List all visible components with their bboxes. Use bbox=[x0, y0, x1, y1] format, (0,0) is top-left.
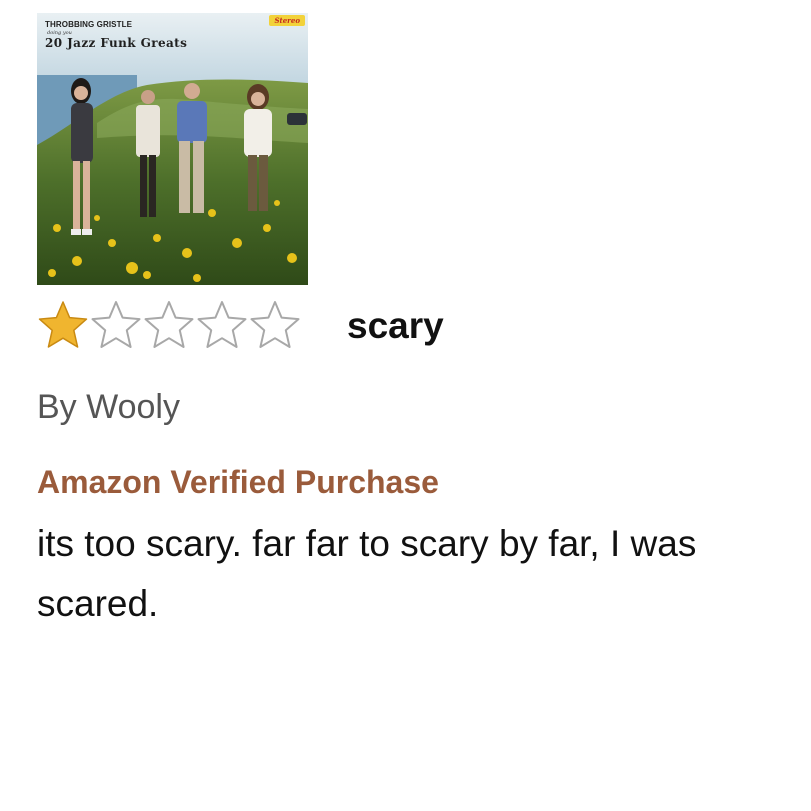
stereo-badge: Stereo bbox=[269, 15, 305, 26]
album-cover[interactable]: THROBBING GRISTLE doing you 20 Jazz Funk… bbox=[37, 13, 308, 285]
star-empty-icon bbox=[250, 301, 300, 348]
album-artist: THROBBING GRISTLE bbox=[45, 20, 133, 29]
review-title[interactable]: scary bbox=[347, 300, 444, 352]
review-body: its too scary. far far to scary by far, … bbox=[37, 523, 697, 624]
verified-purchase-badge: Amazon Verified Purchase bbox=[37, 464, 439, 500]
star-empty-icon bbox=[91, 301, 141, 348]
reviewer-name[interactable]: By Wooly bbox=[37, 385, 180, 429]
star-filled-icon bbox=[38, 301, 88, 348]
star-empty-icon bbox=[144, 301, 194, 348]
star-rating bbox=[37, 296, 302, 354]
review-card: THROBBING GRISTLE doing you 20 Jazz Funk… bbox=[0, 0, 811, 811]
album-title: 20 Jazz Funk Greats bbox=[45, 36, 188, 50]
album-cover-photo bbox=[37, 13, 308, 285]
star-empty-icon bbox=[197, 301, 247, 348]
